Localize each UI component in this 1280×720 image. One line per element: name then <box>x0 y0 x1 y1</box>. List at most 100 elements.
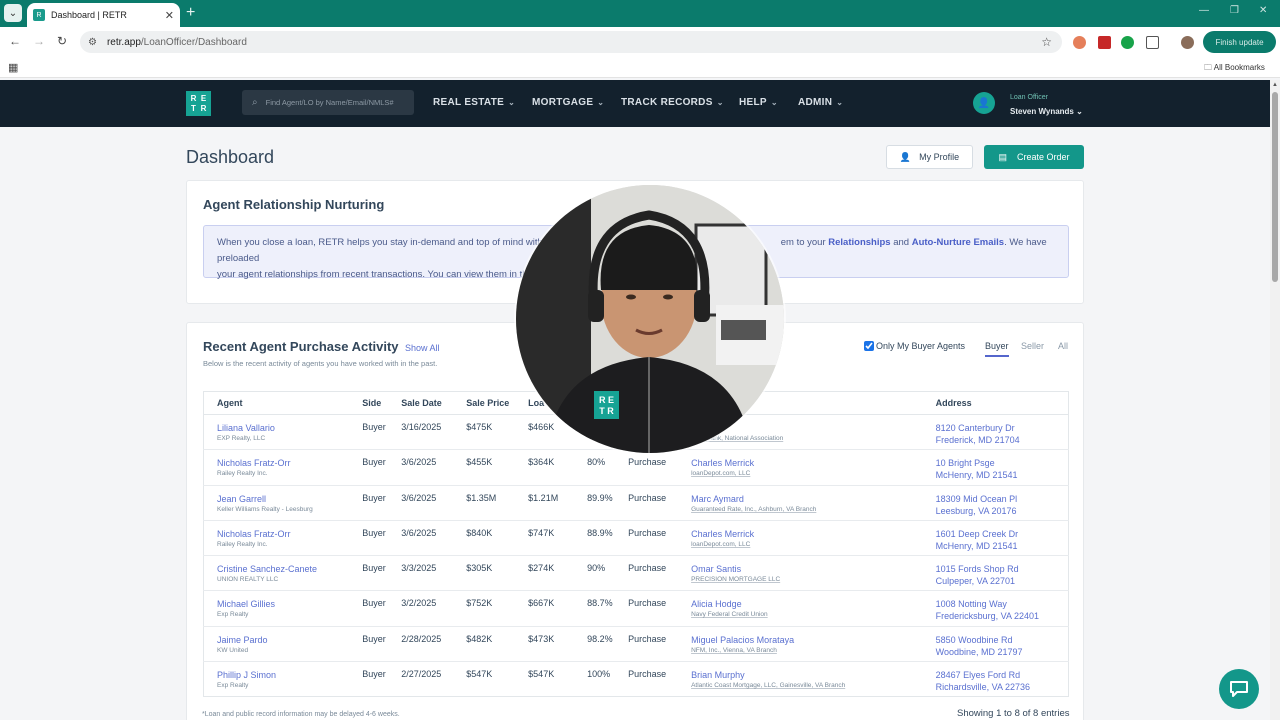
extension-icon[interactable] <box>1073 36 1086 49</box>
browser-tab[interactable]: R Dashboard | RETR ✕ <box>27 3 180 27</box>
agent-name-link[interactable]: Nicholas Fratz-Orr <box>217 457 349 469</box>
address-line1-link[interactable]: 28467 Elyes Ford Rd <box>936 669 1068 681</box>
column-header[interactable]: Side <box>349 391 389 415</box>
tab-search-icon[interactable]: ⌄ <box>4 4 22 22</box>
my-profile-button[interactable]: 👤 My Profile <box>886 145 973 169</box>
scroll-up-icon[interactable]: ▲ <box>1272 82 1278 88</box>
auto-nurture-link[interactable]: Auto-Nurture Emails <box>912 237 1004 248</box>
all-bookmarks[interactable]: 🗀 All Bookmarks <box>1204 62 1265 76</box>
address-line2-link[interactable]: Richardsville, VA 22736 <box>936 681 1068 693</box>
user-avatar-icon[interactable]: 👤 <box>973 92 995 114</box>
logo-letter: T <box>191 103 196 113</box>
extension-icon[interactable] <box>1098 36 1111 49</box>
reload-icon[interactable]: ↻ <box>57 34 67 48</box>
lender-name: ncial Bank, National Association <box>691 435 784 442</box>
address-line2-link[interactable]: Fredericksburg, VA 22401 <box>936 610 1068 622</box>
profile-avatar-icon[interactable] <box>1181 36 1194 49</box>
agent-name-link[interactable]: Cristine Sanchez-Canete <box>217 563 349 575</box>
address-cell: 1008 Notting Way Fredericksburg, VA 22401 <box>922 590 1069 627</box>
agent-name-link[interactable]: Jaime Pardo <box>217 634 349 646</box>
address-line2-link[interactable]: Culpeper, VA 22701 <box>936 575 1068 587</box>
retr-logo[interactable]: RETR <box>186 91 211 116</box>
address-line1-link[interactable]: 8120 Canterbury Dr <box>936 422 1068 434</box>
loan-amount-cell: $364K <box>515 449 575 486</box>
sale-price-cell: $455K <box>453 449 516 486</box>
agent-name-link[interactable]: Michael Gillies <box>217 598 349 610</box>
create-order-button[interactable]: ▤ Create Order <box>984 145 1084 169</box>
agent-name-link[interactable]: Liliana Vallario <box>217 422 349 434</box>
bookmark-star-icon[interactable]: ☆ <box>1041 35 1052 49</box>
table-row: Phillip J Simon Exp Realty Buyer 2/27/2025 $… <box>204 662 1069 697</box>
address-line1-link[interactable]: 18309 Mid Ocean Pl <box>936 493 1068 505</box>
extensions-puzzle-icon[interactable] <box>1146 36 1159 49</box>
agent-name-link[interactable]: Phillip J Simon <box>217 669 349 681</box>
address-line2-link[interactable]: Leesburg, VA 20176 <box>936 505 1068 517</box>
loan-officer-link[interactable]: Charles Merrick <box>691 457 923 469</box>
agent-cell: Liliana Vallario EXP Realty, LLC <box>203 414 350 451</box>
forward-icon[interactable]: → <box>33 34 45 48</box>
info-text: em to your <box>780 237 829 248</box>
loan-officer-link[interactable]: Miguel Palacios Morataya <box>691 634 923 646</box>
chat-button[interactable] <box>1219 669 1259 709</box>
tab-buyer[interactable]: Buyer <box>985 341 1009 357</box>
agent-name-link[interactable]: Jean Garrell <box>217 493 349 505</box>
column-header[interactable]: Address <box>922 391 1069 415</box>
menu-help[interactable]: HELP ⌄ <box>739 97 778 108</box>
column-header[interactable]: Sale Price <box>453 391 516 415</box>
close-window-icon[interactable]: ✕ <box>1259 5 1267 16</box>
only-buyer-agents-toggle[interactable]: Only My Buyer Agents <box>864 341 965 351</box>
address-cell: 18309 Mid Ocean Pl Leesburg, VA 20176 <box>922 485 1069 521</box>
column-header[interactable]: Sale Date <box>388 391 454 415</box>
only-buyer-checkbox[interactable] <box>864 341 874 351</box>
address-line1-link[interactable]: 1601 Deep Creek Dr <box>936 528 1068 540</box>
url-host: retr.app <box>106 36 141 48</box>
tab-all[interactable]: All <box>1058 341 1068 351</box>
address-bar[interactable]: ⚙ retr.app/LoanOfficer/Dashboard ☆ <box>80 31 1062 53</box>
address-line1-link[interactable]: 1015 Fords Shop Rd <box>936 563 1068 575</box>
address-cell: 8120 Canterbury Dr Frederick, MD 21704 <box>922 414 1069 451</box>
extension-icon[interactable] <box>1121 36 1134 49</box>
address-line2-link[interactable]: McHenry, MD 21541 <box>936 540 1068 552</box>
menu-admin[interactable]: ADMIN ⌄ <box>798 97 843 108</box>
loan-officer-cell: Brian Murphy Atlantic Coast Mortgage, LLC… <box>678 662 923 697</box>
tab-seller[interactable]: Seller <box>1021 341 1044 351</box>
agent-search-input[interactable] <box>265 98 406 107</box>
restore-icon[interactable]: ❐ <box>1230 5 1239 16</box>
loan-officer-link[interactable]: Marc Aymard <box>691 493 923 505</box>
show-all-link[interactable]: Show All <box>405 343 440 353</box>
new-tab-icon[interactable]: + <box>186 4 195 22</box>
page-scrollbar[interactable]: ▲ <box>1270 80 1280 720</box>
address-line2-link[interactable]: McHenry, MD 21541 <box>936 469 1068 481</box>
address-line1-link[interactable]: 5850 Woodbine Rd <box>936 634 1068 646</box>
apps-grid-icon[interactable]: ▦ <box>8 61 18 74</box>
agent-search: ⌕ <box>242 90 414 115</box>
sale-price-cell: $475K <box>453 414 516 451</box>
user-menu[interactable]: Steven Wynands ⌄ <box>1010 107 1083 116</box>
menu-label: TRACK RECORDS <box>621 97 713 108</box>
loan-officer-link[interactable]: Charles Merrick <box>691 528 923 540</box>
address-line1-link[interactable]: 1008 Notting Way <box>936 598 1068 610</box>
logo-letter: R <box>190 93 197 103</box>
column-header[interactable]: Agent <box>203 391 350 415</box>
minimize-icon[interactable]: — <box>1199 5 1209 16</box>
side-cell: Buyer <box>349 590 389 627</box>
loan-officer-link[interactable]: Alicia Hodge <box>691 598 923 610</box>
loan-officer-link[interactable]: Brian Murphy <box>691 669 923 681</box>
address-line1-link[interactable]: 10 Bright Psge <box>936 457 1068 469</box>
site-info-icon[interactable]: ⚙ <box>88 37 97 48</box>
menu-mortgage[interactable]: MORTGAGE ⌄ <box>532 97 604 108</box>
loan-type-cell: Purchase <box>615 485 679 521</box>
scrollbar-thumb[interactable] <box>1272 92 1278 282</box>
chevron-down-icon: ⌄ <box>716 98 724 107</box>
finish-update-button[interactable]: Finish update <box>1203 31 1276 53</box>
menu-real-estate[interactable]: REAL ESTATE ⌄ <box>433 97 515 108</box>
footnote: *Loan and public record information may … <box>202 711 400 718</box>
loan-officer-link[interactable]: Omar Santis <box>691 563 923 575</box>
close-tab-icon[interactable]: ✕ <box>165 9 174 22</box>
address-line2-link[interactable]: Woodbine, MD 21797 <box>936 646 1068 658</box>
menu-track-records[interactable]: TRACK RECORDS ⌄ <box>621 97 724 108</box>
relationships-link[interactable]: Relationships <box>828 237 890 248</box>
agent-name-link[interactable]: Nicholas Fratz-Orr <box>217 528 349 540</box>
address-line2-link[interactable]: Frederick, MD 21704 <box>936 434 1068 446</box>
back-icon[interactable]: ← <box>9 34 21 48</box>
